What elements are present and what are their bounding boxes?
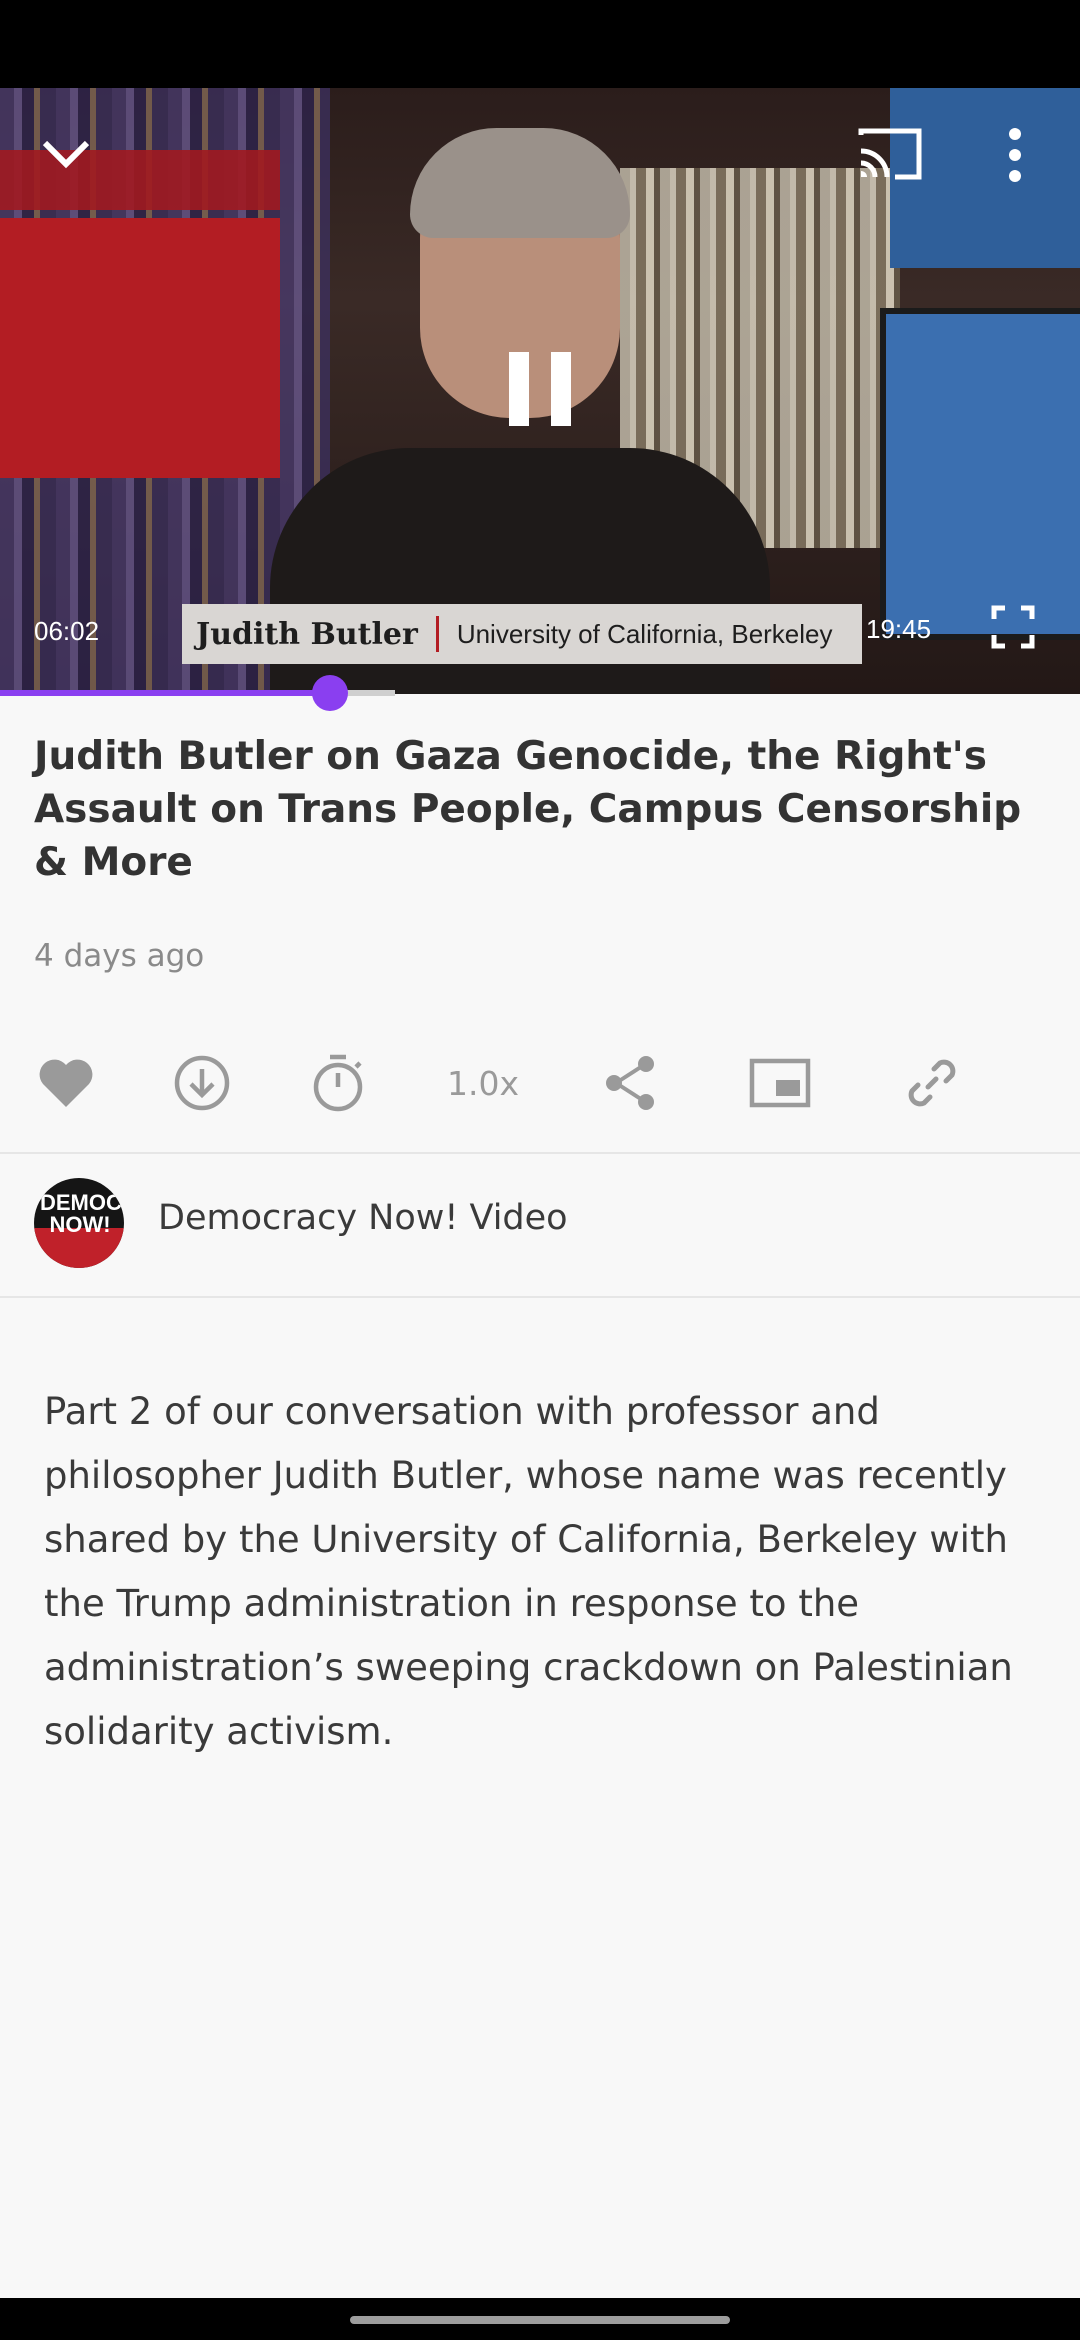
lower-third-name: Judith Butler — [196, 616, 418, 652]
avatar-logo-text: DEMOCRACY NOW! — [40, 1190, 124, 1237]
status-bar — [0, 0, 1080, 88]
video-player[interactable]: Judith Butler University of California, … — [0, 88, 1080, 694]
total-duration: 19:45 — [866, 614, 932, 644]
channel-avatar[interactable]: DEMOCRACY NOW! — [34, 1178, 124, 1268]
heart-icon[interactable] — [30, 1048, 102, 1118]
link-icon[interactable] — [896, 1048, 968, 1118]
divider-top — [0, 1152, 1080, 1154]
timer-icon[interactable] — [302, 1048, 374, 1118]
lower-third-divider — [435, 616, 439, 652]
lower-third-caption: Judith Butler University of California, … — [182, 604, 862, 664]
share-icon[interactable] — [594, 1048, 666, 1118]
channel-name[interactable]: Democracy Now! Video — [158, 1198, 568, 1238]
video-logo-block — [0, 218, 280, 478]
seek-bar-thumb[interactable] — [312, 675, 348, 711]
video-background-monitor — [880, 308, 1080, 640]
lower-third-affiliation: University of California, Berkeley — [456, 618, 833, 649]
divider-bottom — [0, 1296, 1080, 1298]
post-age: 4 days ago — [34, 938, 205, 974]
more-vert-icon[interactable] — [990, 120, 1040, 190]
playback-speed-button[interactable]: 1.0x — [428, 1048, 538, 1118]
home-gesture-handle[interactable] — [350, 2316, 730, 2324]
action-bar: 1.0x — [0, 1048, 1080, 1118]
chevron-down-icon[interactable] — [30, 124, 102, 184]
seek-bar-progress — [0, 690, 330, 696]
pause-icon[interactable] — [500, 346, 580, 432]
video-presenter-hair — [410, 128, 630, 238]
video-description: Part 2 of our conversation with professo… — [44, 1390, 1013, 1753]
download-icon[interactable] — [166, 1048, 238, 1118]
picture-in-picture-icon[interactable] — [744, 1048, 816, 1118]
cast-icon[interactable] — [852, 124, 928, 184]
elapsed-time: 06:02 — [34, 616, 100, 646]
fullscreen-icon[interactable] — [988, 602, 1038, 652]
playback-speed-label: 1.0x — [446, 1063, 519, 1103]
video-title: Judith Butler on Gaza Genocide, the Righ… — [34, 734, 1022, 885]
